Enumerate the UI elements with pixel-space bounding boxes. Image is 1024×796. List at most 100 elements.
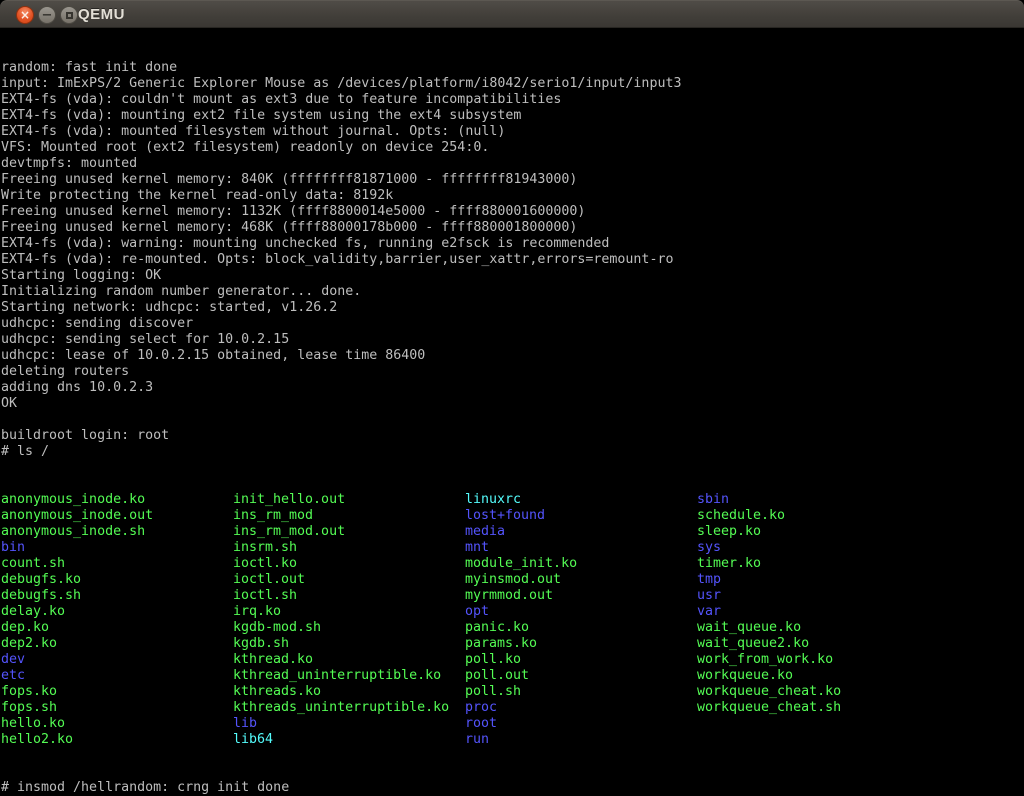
close-icon: ×	[20, 9, 30, 21]
ls-entry: sbin	[697, 492, 841, 508]
ls-entry: ioctl.out	[233, 572, 449, 588]
ls-entry: ins_rm_mod.out	[233, 524, 449, 540]
ls-entry: workqueue_cheat.sh	[697, 700, 841, 716]
boot-log: random: fast init doneinput: ImExPS/2 Ge…	[1, 60, 1024, 460]
ls-entry: myinsmod.out	[465, 572, 577, 588]
ls-entry: poll.ko	[465, 652, 577, 668]
terminal-line: Freeing unused kernel memory: 1132K (fff…	[1, 204, 1024, 220]
terminal-line: adding dns 10.0.2.3	[1, 380, 1024, 396]
ls-entry: ins_rm_mod	[233, 508, 449, 524]
terminal-line: EXT4-fs (vda): mounting ext2 file system…	[1, 108, 1024, 124]
ls-output: anonymous_inode.koanonymous_inode.outano…	[1, 492, 1024, 748]
ls-entry: dev	[1, 652, 153, 668]
ls-entry: etc	[1, 668, 153, 684]
ls-entry: init_hello.out	[233, 492, 449, 508]
minimize-button[interactable]: −	[38, 6, 56, 24]
ls-entry: irq.ko	[233, 604, 449, 620]
terminal-line	[1, 412, 1024, 428]
ls-column: linuxrclost+foundmediamntmodule_init.kom…	[465, 492, 577, 748]
ls-entry: run	[465, 732, 577, 748]
terminal-line: EXT4-fs (vda): re-mounted. Opts: block_v…	[1, 252, 1024, 268]
ls-entry: poll.out	[465, 668, 577, 684]
ls-entry: myrmmod.out	[465, 588, 577, 604]
ls-entry: ioctl.sh	[233, 588, 449, 604]
ls-entry: workqueue_cheat.ko	[697, 684, 841, 700]
ls-entry: panic.ko	[465, 620, 577, 636]
ls-entry: lib64	[233, 732, 449, 748]
ls-entry: schedule.ko	[697, 508, 841, 524]
ls-entry: poll.sh	[465, 684, 577, 700]
terminal-line: Initializing random number generator... …	[1, 284, 1024, 300]
ls-entry: params.ko	[465, 636, 577, 652]
ls-entry: ioctl.ko	[233, 556, 449, 572]
minimize-icon: −	[42, 9, 53, 22]
ls-entry: fops.sh	[1, 700, 153, 716]
close-button[interactable]: ×	[16, 6, 34, 24]
ls-entry: hello.ko	[1, 716, 153, 732]
ls-column: anonymous_inode.koanonymous_inode.outano…	[1, 492, 153, 748]
shell-log: # insmod /hellrandom: crng init done# in…	[1, 780, 1024, 796]
ls-entry: var	[697, 604, 841, 620]
terminal-line: Freeing unused kernel memory: 468K (ffff…	[1, 220, 1024, 236]
terminal-line: input: ImExPS/2 Generic Explorer Mouse a…	[1, 76, 1024, 92]
terminal-line: udhcpc: lease of 10.0.2.15 obtained, lea…	[1, 348, 1024, 364]
terminal-line: # ls /	[1, 444, 1024, 460]
ls-entry: kthreads_uninterruptible.ko	[233, 700, 449, 716]
ls-entry: media	[465, 524, 577, 540]
ls-entry: kthread.ko	[233, 652, 449, 668]
ls-entry: kthread_uninterruptible.ko	[233, 668, 449, 684]
ls-entry: workqueue.ko	[697, 668, 841, 684]
ls-entry: anonymous_inode.out	[1, 508, 153, 524]
maximize-icon	[66, 12, 73, 19]
ls-entry: linuxrc	[465, 492, 577, 508]
ls-entry: dep.ko	[1, 620, 153, 636]
ls-entry: delay.ko	[1, 604, 153, 620]
ls-entry: sys	[697, 540, 841, 556]
ls-entry: debugfs.ko	[1, 572, 153, 588]
ls-entry: work_from_work.ko	[697, 652, 841, 668]
titlebar[interactable]: × − QEMU	[0, 0, 1024, 28]
ls-entry: module_init.ko	[465, 556, 577, 572]
ls-entry: bin	[1, 540, 153, 556]
ls-entry: anonymous_inode.sh	[1, 524, 153, 540]
terminal-line: # insmod /hellrandom: crng init done	[1, 780, 1024, 796]
ls-entry: usr	[697, 588, 841, 604]
terminal-line: Starting logging: OK	[1, 268, 1024, 284]
ls-entry: proc	[465, 700, 577, 716]
ls-entry: opt	[465, 604, 577, 620]
terminal-line: udhcpc: sending discover	[1, 316, 1024, 332]
ls-entry: kthreads.ko	[233, 684, 449, 700]
ls-entry: wait_queue.ko	[697, 620, 841, 636]
terminal-line: VFS: Mounted root (ext2 filesystem) read…	[1, 140, 1024, 156]
window-title: QEMU	[78, 6, 125, 23]
ls-entry: kgdb-mod.sh	[233, 620, 449, 636]
ls-entry: mnt	[465, 540, 577, 556]
ls-entry: root	[465, 716, 577, 732]
ls-entry: lib	[233, 716, 449, 732]
terminal-line: udhcpc: sending select for 10.0.2.15	[1, 332, 1024, 348]
terminal-line: random: fast init done	[1, 60, 1024, 76]
terminal-line: EXT4-fs (vda): mounted filesystem withou…	[1, 124, 1024, 140]
terminal-line: EXT4-fs (vda): couldn't mount as ext3 du…	[1, 92, 1024, 108]
ls-entry: tmp	[697, 572, 841, 588]
ls-entry: kgdb.sh	[233, 636, 449, 652]
ls-entry: fops.ko	[1, 684, 153, 700]
terminal-line: Freeing unused kernel memory: 840K (ffff…	[1, 172, 1024, 188]
ls-column: init_hello.outins_rm_modins_rm_mod.outin…	[233, 492, 449, 748]
terminal-line: EXT4-fs (vda): warning: mounting uncheck…	[1, 236, 1024, 252]
terminal-screen[interactable]: random: fast init doneinput: ImExPS/2 Ge…	[0, 28, 1024, 796]
ls-entry: sleep.ko	[697, 524, 841, 540]
ls-entry: hello2.ko	[1, 732, 153, 748]
ls-entry: dep2.ko	[1, 636, 153, 652]
ls-entry: wait_queue2.ko	[697, 636, 841, 652]
terminal-line: devtmpfs: mounted	[1, 156, 1024, 172]
ls-column: sbinschedule.kosleep.kosystimer.kotmpusr…	[697, 492, 841, 716]
ls-entry: anonymous_inode.ko	[1, 492, 153, 508]
ls-entry: lost+found	[465, 508, 577, 524]
ls-entry: insrm.sh	[233, 540, 449, 556]
ls-entry: debugfs.sh	[1, 588, 153, 604]
ls-entry: timer.ko	[697, 556, 841, 572]
maximize-button[interactable]	[60, 6, 78, 24]
terminal-line: OK	[1, 396, 1024, 412]
terminal-line: deleting routers	[1, 364, 1024, 380]
